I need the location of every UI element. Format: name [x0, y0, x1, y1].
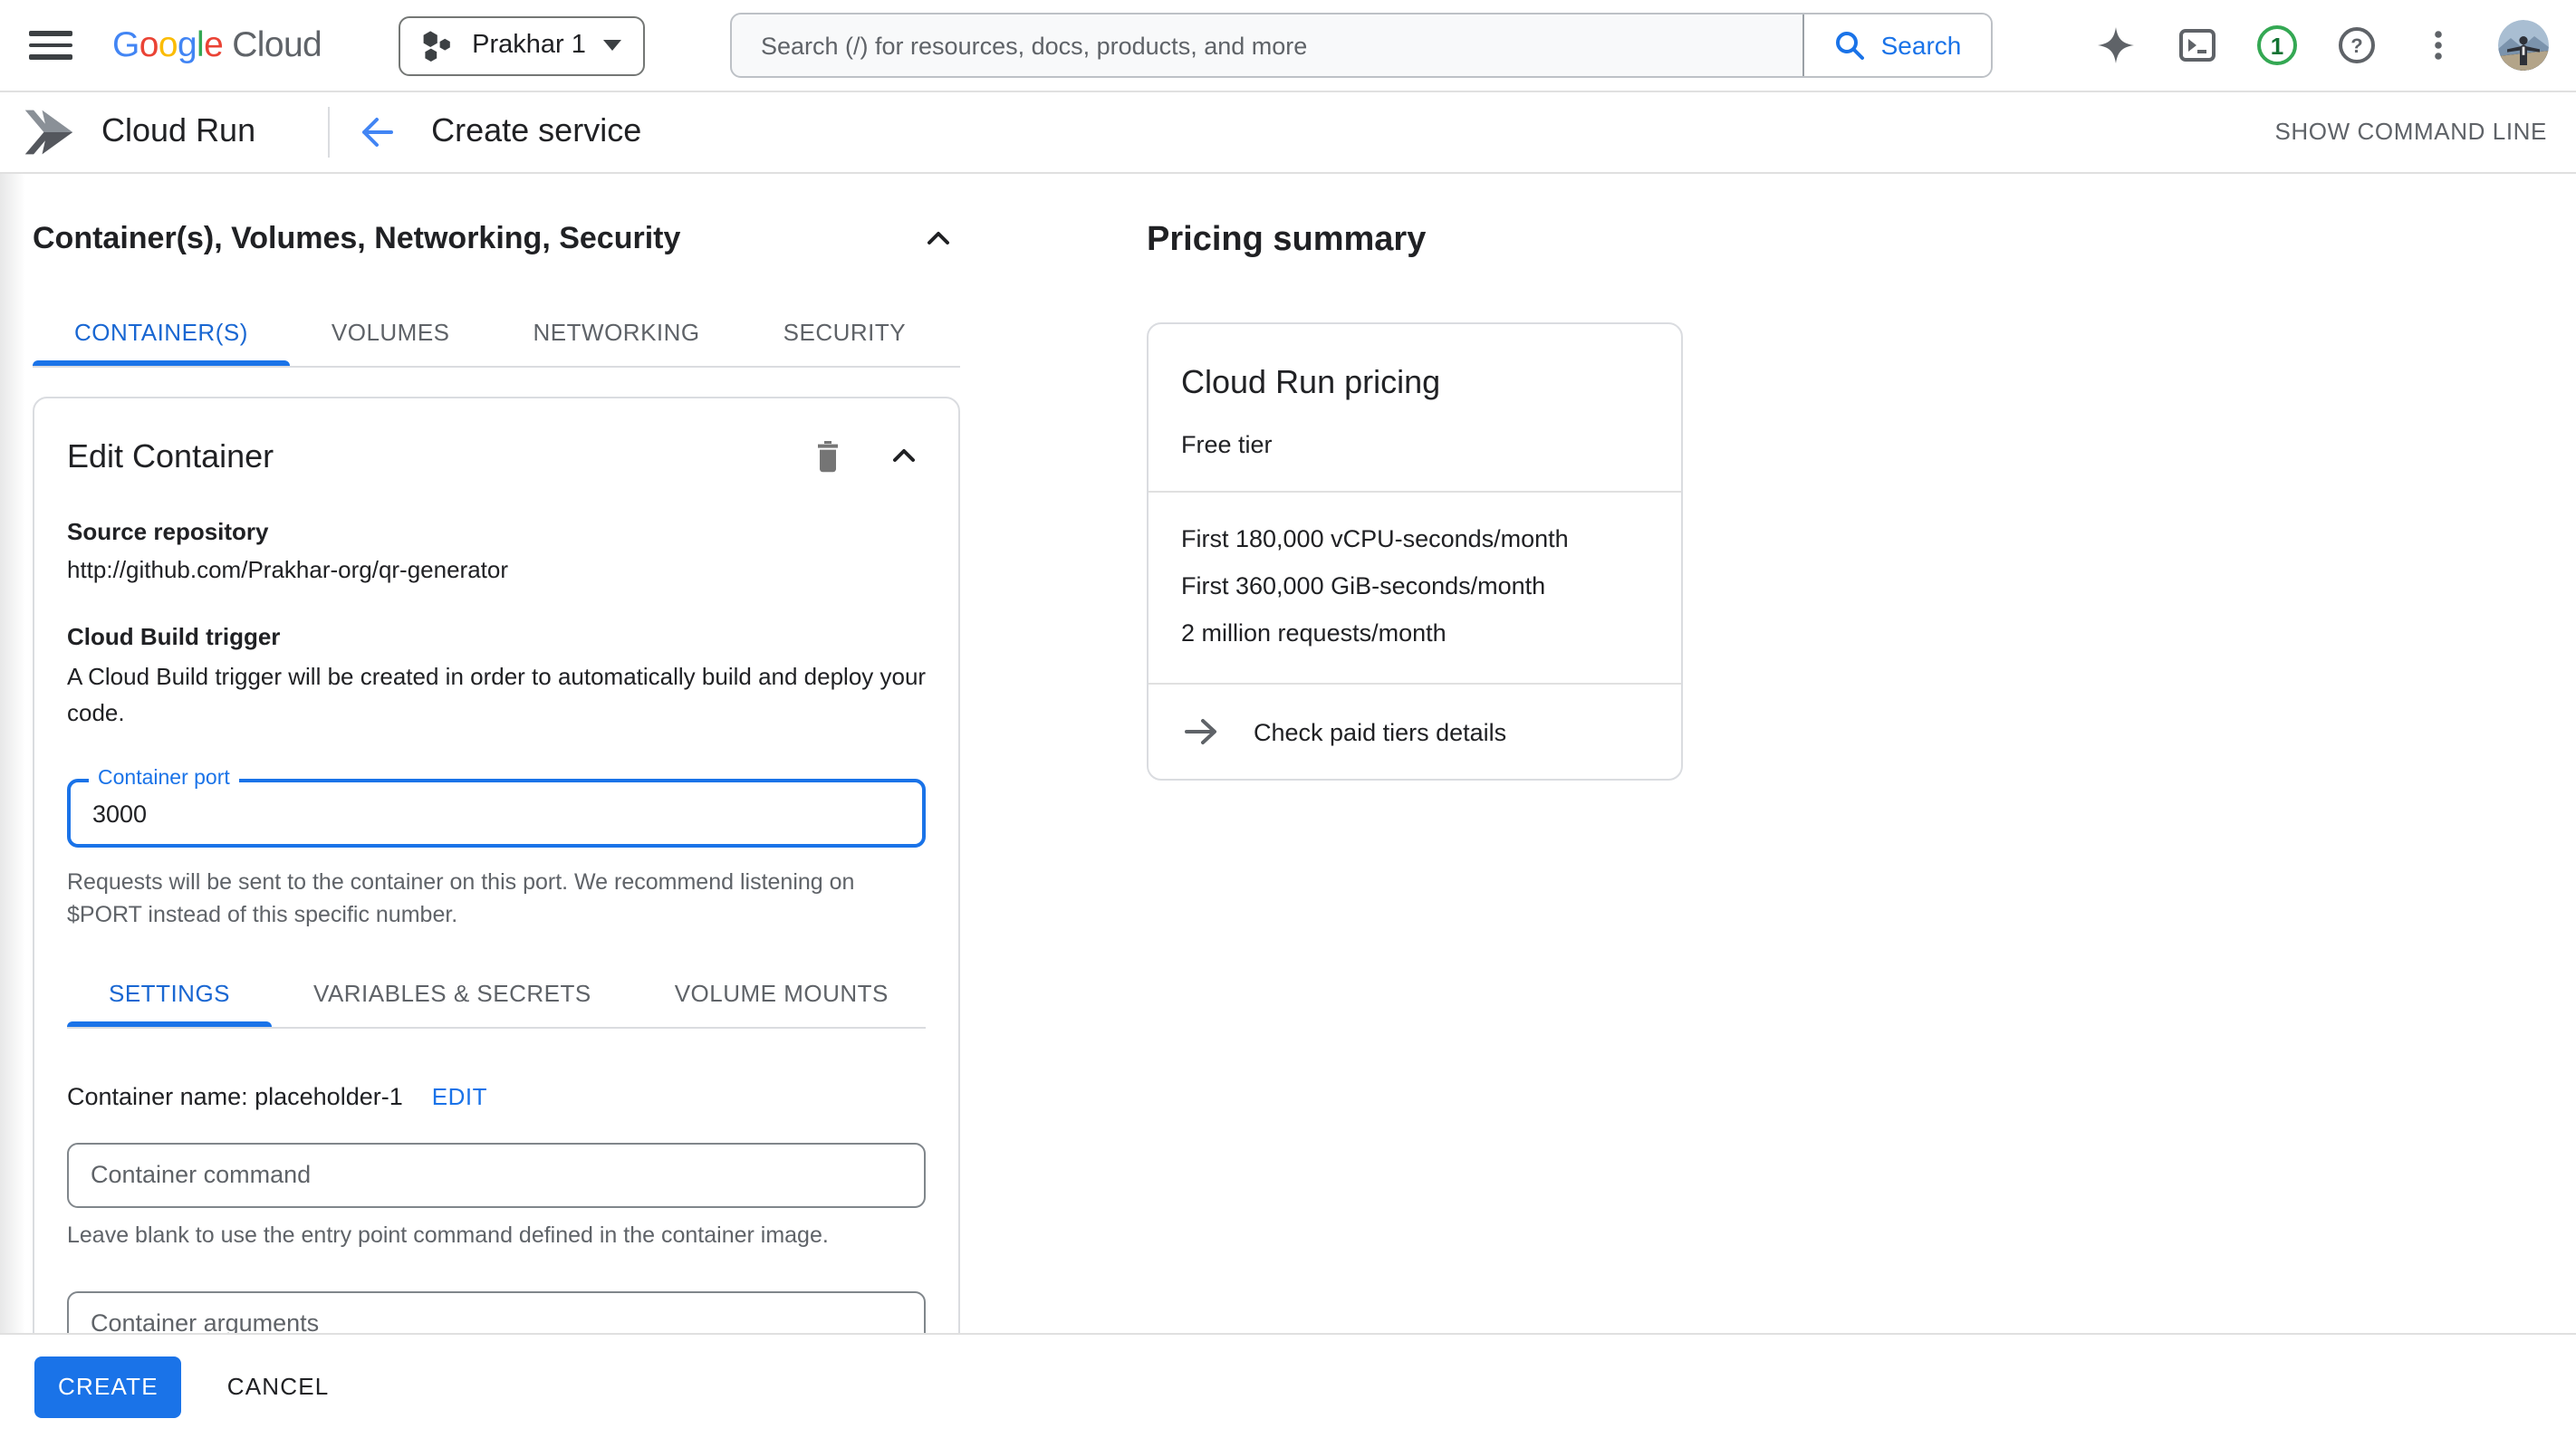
- show-command-line-button[interactable]: SHOW COMMAND LINE: [2274, 118, 2547, 145]
- service-form: Container(s), Volumes, Networking, Secur…: [33, 174, 960, 1333]
- notification-count-badge[interactable]: 1: [2257, 25, 2297, 65]
- container-command-input[interactable]: [67, 1142, 926, 1207]
- sub-header: Cloud Run Create service SHOW COMMAND LI…: [0, 91, 2576, 174]
- tab-security[interactable]: SECURITY: [742, 301, 947, 366]
- cancel-button[interactable]: CANCEL: [227, 1373, 330, 1400]
- gemini-sparkle-icon[interactable]: [2094, 24, 2138, 67]
- container-port-helper: Requests will be sent to the container o…: [67, 867, 886, 933]
- tab-volumes[interactable]: VOLUMES: [290, 301, 492, 366]
- menu-icon[interactable]: [29, 24, 72, 67]
- tab-settings[interactable]: SETTINGS: [67, 961, 272, 1026]
- google-cloud-logo: Google Cloud: [112, 24, 322, 66]
- search-bar: Search: [730, 13, 1993, 78]
- collapse-card-chevron-icon[interactable]: [882, 435, 926, 478]
- container-tabs: SETTINGS VARIABLES & SECRETS VOLUME MOUN…: [67, 961, 926, 1028]
- tab-volume-mounts[interactable]: VOLUME MOUNTS: [633, 961, 930, 1026]
- source-repository-value: http://github.com/Prakhar-org/qr-generat…: [67, 556, 926, 583]
- free-tier-label: Free tier: [1181, 431, 1648, 458]
- arrow-right-icon: [1181, 712, 1221, 752]
- top-bar: Google Cloud Prakhar 1: [0, 0, 2576, 92]
- delete-icon[interactable]: [806, 435, 850, 478]
- project-hexagons-icon: [421, 29, 454, 62]
- collapse-section-chevron-icon[interactable]: [917, 217, 960, 261]
- check-paid-tiers-link[interactable]: Check paid tiers details: [1149, 685, 1539, 779]
- section-tabs: CONTAINER(S) VOLUMES NETWORKING SECURITY: [33, 301, 960, 368]
- footer-bar: CREATE CANCEL: [0, 1333, 2576, 1438]
- search-input[interactable]: [732, 14, 1802, 76]
- edit-container-name-link[interactable]: EDIT: [432, 1082, 487, 1109]
- pricing-card-title: Cloud Run pricing: [1181, 364, 1648, 402]
- source-repository-label: Source repository: [67, 518, 926, 545]
- card-title: Edit Container: [67, 437, 774, 475]
- create-button[interactable]: CREATE: [34, 1356, 182, 1417]
- kebab-menu-icon[interactable]: [2417, 24, 2460, 67]
- pricing-item: 2 million requests/month: [1181, 619, 1648, 647]
- pricing-item: First 360,000 GiB-seconds/month: [1181, 572, 1648, 599]
- left-scroll-shadow: [0, 174, 25, 1333]
- page-title: Create service: [431, 112, 641, 150]
- cloud-shell-icon[interactable]: [2176, 24, 2219, 67]
- tab-variables-secrets[interactable]: VARIABLES & SECRETS: [272, 961, 633, 1026]
- pricing-summary: Pricing summary Cloud Run pricing Free t…: [1147, 174, 1683, 781]
- pricing-card: Cloud Run pricing Free tier First 180,00…: [1147, 322, 1683, 781]
- main-content: Container(s), Volumes, Networking, Secur…: [0, 174, 2576, 1333]
- back-arrow-icon[interactable]: [355, 110, 399, 153]
- container-port-label: Container port: [89, 769, 239, 791]
- edit-container-card: Edit Container Source repo: [33, 397, 960, 1333]
- container-port-field: Container port: [67, 780, 926, 848]
- pricing-heading: Pricing summary: [1147, 221, 1683, 261]
- search-button[interactable]: Search: [1802, 14, 1991, 76]
- vertical-divider: [328, 106, 330, 157]
- container-command-helper: Leave blank to use the entry point comma…: [67, 1222, 926, 1247]
- tab-containers[interactable]: CONTAINER(S): [33, 301, 290, 366]
- container-port-input[interactable]: [71, 783, 922, 845]
- notification-count: 1: [2271, 32, 2283, 59]
- avatar[interactable]: [2498, 20, 2549, 71]
- page: Google Cloud Prakhar 1: [0, 0, 2576, 1436]
- search-button-label: Search: [1881, 31, 1962, 60]
- help-icon[interactable]: ?: [2335, 24, 2379, 67]
- chevron-down-icon: [604, 40, 622, 51]
- cloud-build-trigger-label: Cloud Build trigger: [67, 623, 926, 650]
- tab-networking[interactable]: NETWORKING: [492, 301, 742, 366]
- top-bar-actions: 1 ?: [2094, 0, 2549, 91]
- google-logo-word: Google: [112, 24, 223, 66]
- search-icon: [1834, 29, 1867, 62]
- cloud-logo-word: Cloud: [232, 24, 322, 66]
- project-name: Prakhar 1: [472, 31, 586, 60]
- cloud-run-icon: [22, 104, 76, 158]
- project-selector[interactable]: Prakhar 1: [398, 15, 646, 75]
- cloud-build-trigger-description: A Cloud Build trigger will be created in…: [67, 659, 940, 733]
- section-title: Container(s), Volumes, Networking, Secur…: [33, 221, 680, 257]
- pricing-item: First 180,000 vCPU-seconds/month: [1181, 525, 1648, 552]
- check-paid-tiers-label: Check paid tiers details: [1254, 718, 1506, 745]
- product-name: Cloud Run: [101, 112, 255, 150]
- container-arguments-input[interactable]: [67, 1290, 926, 1333]
- svg-text:?: ?: [2350, 34, 2362, 57]
- container-name-label: Container name: placeholder-1: [67, 1082, 403, 1109]
